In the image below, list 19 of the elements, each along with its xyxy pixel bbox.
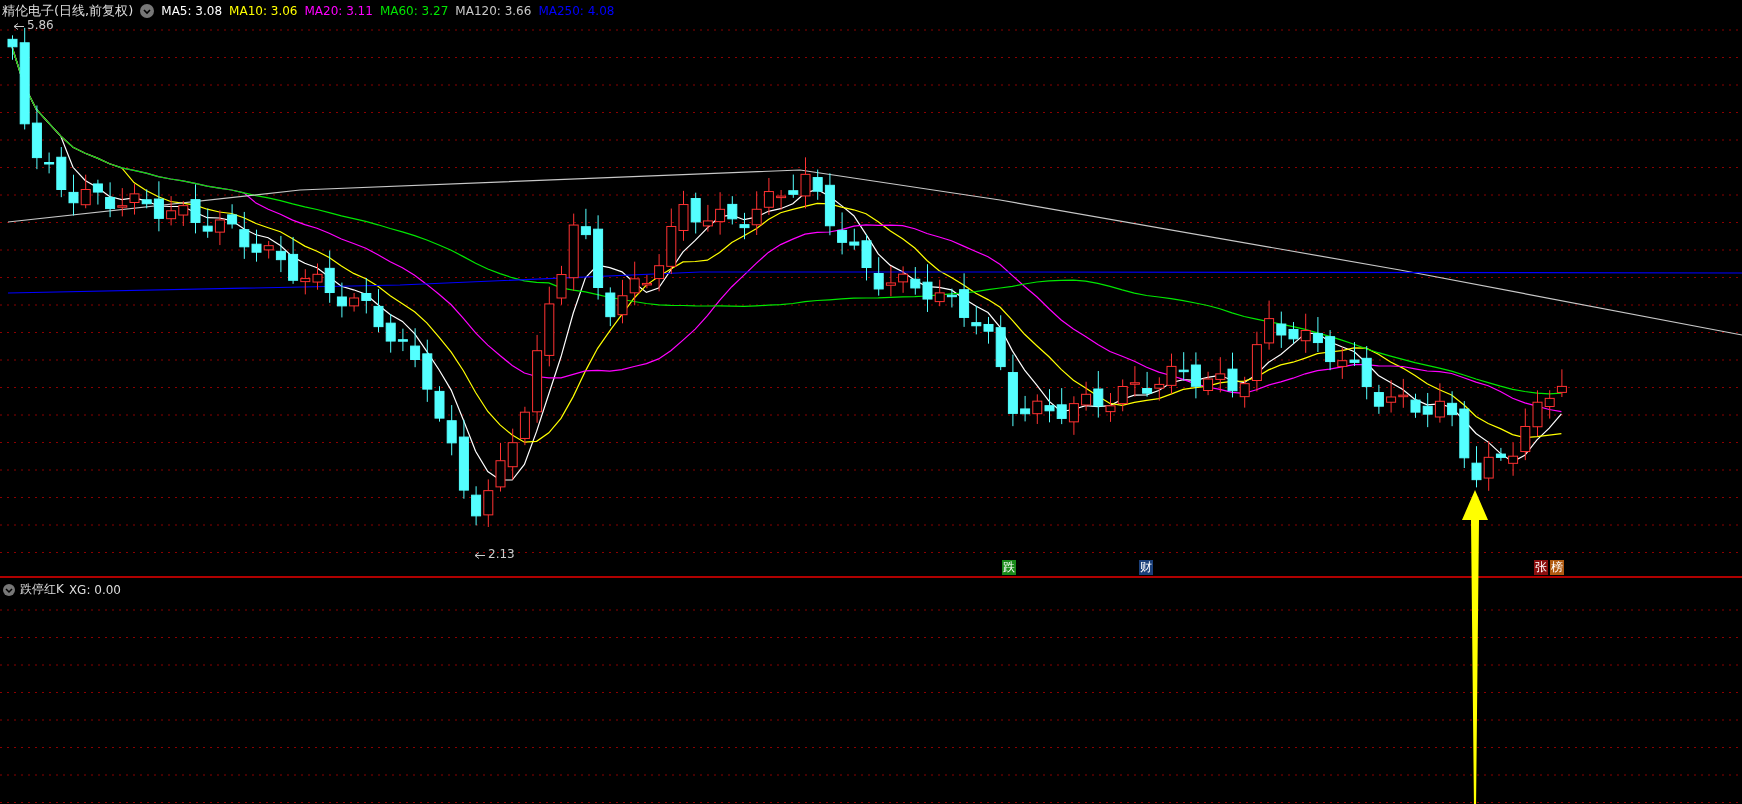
moving-average-value: MA10: 3.06 [229, 4, 298, 18]
moving-average-value: MA20: 3.11 [304, 4, 373, 18]
moving-average-value: MA250: 4.08 [538, 4, 615, 18]
event-tag[interactable]: 跌 [1002, 560, 1016, 575]
moving-average-value: MA120: 3.66 [455, 4, 532, 18]
low-price-label: 2.13 [488, 547, 515, 561]
event-tag[interactable]: 榜 [1550, 560, 1564, 575]
indicator-name: 跌停红K [20, 581, 64, 598]
event-tag[interactable]: 张 [1534, 560, 1548, 575]
moving-average-value: MA60: 3.27 [379, 4, 449, 18]
indicator-readout: XG: 0.00 [68, 582, 121, 597]
dropdown-icon[interactable] [3, 583, 15, 596]
pointer-arrow-icon [14, 23, 24, 30]
moving-average-value: MA5: 3.08 [161, 4, 223, 18]
pointer-arrow-icon [475, 552, 485, 559]
event-tag[interactable]: 财 [1139, 560, 1153, 575]
high-price-label: 5.86 [27, 18, 54, 32]
stock-title: 精伦电子(日线,前复权) [2, 2, 134, 20]
dropdown-icon[interactable] [140, 4, 155, 18]
